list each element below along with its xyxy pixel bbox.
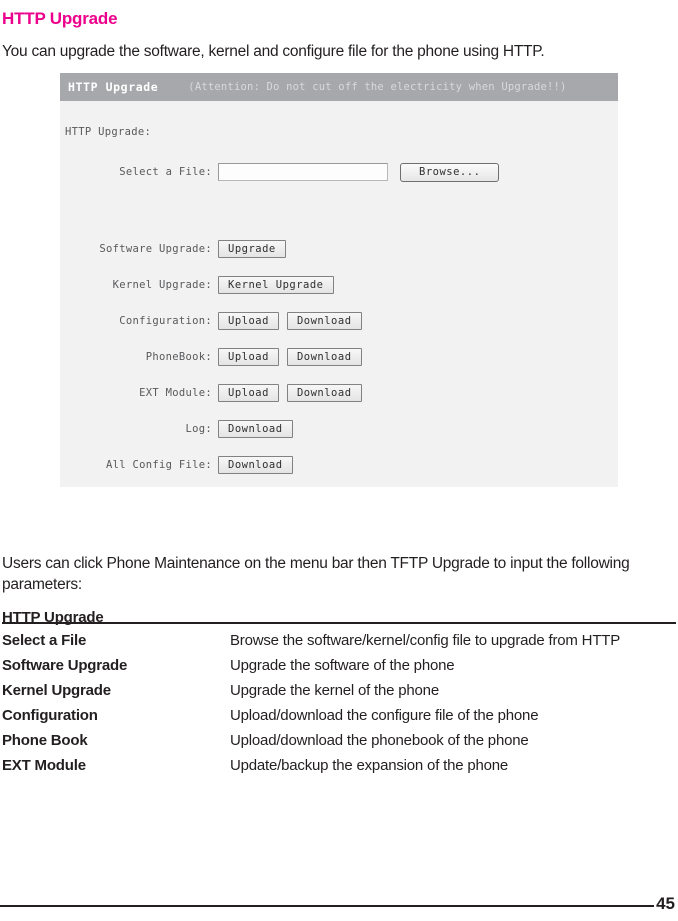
all-config-file-download-button[interactable]: Download	[218, 456, 293, 474]
ext-module-upload-button[interactable]: Upload	[218, 384, 279, 402]
body-paragraph: Users can click Phone Maintenance on the…	[2, 554, 630, 593]
label-kernel-upgrade: Kernel Upgrade:	[112, 279, 212, 291]
phonebook-upload-button[interactable]: Upload	[218, 348, 279, 366]
panel-body: HTTP Upgrade: Select a File: Browse... S…	[60, 101, 618, 487]
log-download-button[interactable]: Download	[218, 420, 293, 438]
definition-description: Browse the software/kernel/config file t…	[230, 632, 621, 649]
definition-term: Software Upgrade	[2, 657, 128, 674]
table-row: Configuration Upload/download the config…	[2, 701, 676, 726]
row-ext-module: EXT Module: Upload Download	[60, 382, 618, 404]
label-ext-module: EXT Module:	[139, 387, 212, 399]
definition-description: Upgrade the software of the phone	[230, 657, 455, 674]
panel-header: HTTP Upgrade (Attention: Do not cut off …	[60, 73, 618, 101]
configuration-upload-button[interactable]: Upload	[218, 312, 279, 330]
definition-term: Configuration	[2, 707, 98, 724]
table-row: Phone Book Upload/download the phonebook…	[2, 726, 676, 751]
row-select-a-file: Select a File: Browse...	[60, 161, 618, 183]
phonebook-download-button[interactable]: Download	[286, 348, 362, 366]
panel-attention-note: (Attention: Do not cut off the electrici…	[188, 81, 567, 93]
label-phonebook: PhoneBook:	[145, 351, 212, 363]
row-phonebook: PhoneBook: Upload Download	[60, 346, 618, 368]
browse-button[interactable]: Browse...	[400, 162, 500, 182]
section-label-http-upgrade: HTTP Upgrade:	[65, 126, 152, 138]
definition-description: Update/backup the expansion of the phone	[230, 757, 509, 774]
row-kernel-upgrade: Kernel Upgrade: Kernel Upgrade	[60, 274, 618, 296]
footer-divider	[0, 905, 654, 907]
definition-term: Select a File	[2, 632, 87, 649]
definition-term: EXT Module	[2, 757, 86, 774]
ext-module-download-button[interactable]: Download	[286, 384, 362, 402]
definition-description: Upload/download the phonebook of the pho…	[230, 732, 529, 749]
configuration-download-button[interactable]: Download	[286, 312, 362, 330]
label-log: Log:	[185, 423, 212, 435]
http-upgrade-screenshot: HTTP Upgrade (Attention: Do not cut off …	[60, 73, 618, 487]
table-row: Software Upgrade Upgrade the software of…	[2, 651, 676, 676]
row-configuration: Configuration: Upload Download	[60, 310, 618, 332]
parameter-definition-table: Select a File Browse the software/kernel…	[2, 622, 676, 776]
kernel-upgrade-button[interactable]: Kernel Upgrade	[218, 276, 334, 294]
intro-paragraph: You can upgrade the software, kernel and…	[2, 42, 545, 60]
label-configuration: Configuration:	[119, 315, 212, 327]
definition-term: Phone Book	[2, 732, 88, 749]
panel-title: HTTP Upgrade	[68, 80, 159, 94]
definition-description: Upgrade the kernel of the phone	[230, 682, 439, 699]
select-file-input[interactable]	[218, 163, 388, 181]
row-all-config-file: All Config File: Download	[60, 454, 618, 476]
row-log: Log: Download	[60, 418, 618, 440]
label-all-config-file: All Config File:	[106, 459, 212, 471]
table-row: EXT Module Update/backup the expansion o…	[2, 751, 676, 776]
row-software-upgrade: Software Upgrade: Upgrade	[60, 238, 618, 260]
definition-term: Kernel Upgrade	[2, 682, 111, 699]
table-row: Kernel Upgrade Upgrade the kernel of the…	[2, 676, 676, 701]
label-select-a-file: Select a File:	[119, 166, 212, 178]
software-upgrade-button[interactable]: Upgrade	[218, 240, 286, 258]
definition-description: Upload/download the configure file of th…	[230, 707, 539, 724]
page-number: 45	[656, 894, 675, 913]
table-row: Select a File Browse the software/kernel…	[2, 623, 676, 651]
page-title: HTTP Upgrade	[2, 9, 118, 29]
label-software-upgrade: Software Upgrade:	[99, 243, 212, 255]
